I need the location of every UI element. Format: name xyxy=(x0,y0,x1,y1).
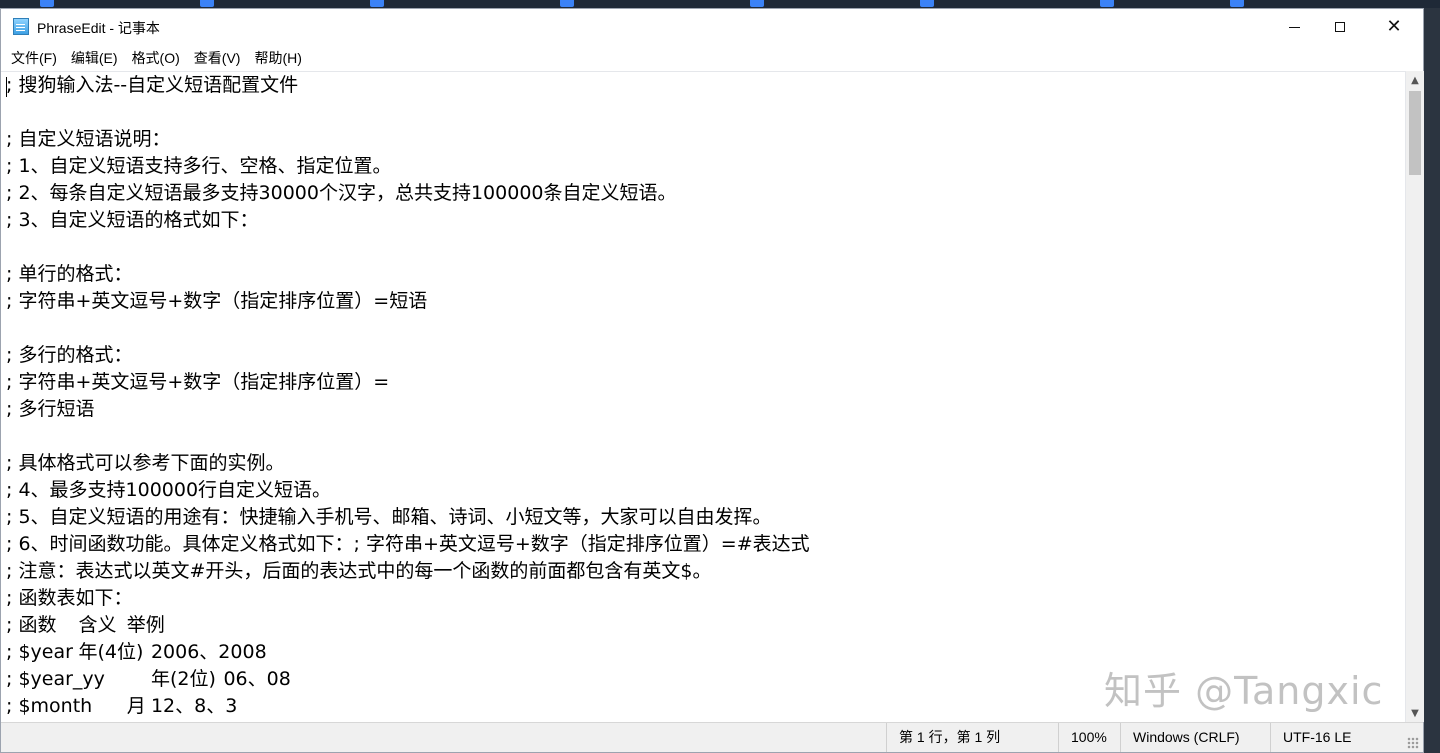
scroll-down-icon[interactable]: ▼ xyxy=(1406,704,1424,722)
editor-line: ; 3、自定义短语的格式如下： xyxy=(6,209,259,231)
minimize-icon xyxy=(1288,26,1300,28)
cursor-position: 第 1 行，第 1 列 xyxy=(886,723,1058,752)
text-editor-area[interactable]: ; 搜狗输入法--自定义短语配置文件 ; 自定义短语说明： ; 1、自定义短语支持多… xyxy=(1,71,1407,723)
vertical-scrollbar[interactable]: ▲ ▼ xyxy=(1405,71,1424,722)
editor-line: ; 搜狗输入法--自定义短语配置文件 xyxy=(6,74,299,96)
menu-edit[interactable]: 编辑(E) xyxy=(64,48,125,68)
bookmark-fragment xyxy=(560,0,580,7)
editor-line: ; 多行的格式： xyxy=(6,344,133,366)
editor-line: ; 字符串+英文逗号+数字（指定排序位置）=短语 xyxy=(6,290,428,312)
editor-line: ; 自定义短语说明： xyxy=(6,128,171,150)
editor-line: ; 函数表如下： xyxy=(6,587,133,609)
menu-format[interactable]: 格式(O) xyxy=(125,48,187,68)
bookmark-fragment xyxy=(370,0,390,7)
status-bar: 第 1 行，第 1 列 100% Windows (CRLF) UTF-16 L… xyxy=(1,722,1423,752)
window-title: PhraseEdit - 记事本 xyxy=(37,20,160,36)
close-button[interactable]: ✕ xyxy=(1371,9,1417,45)
menu-help[interactable]: 帮助(H) xyxy=(247,48,308,68)
minimize-button[interactable] xyxy=(1271,9,1317,45)
bookmark-fragment xyxy=(750,0,770,7)
editor-line: ; $month 月 12、8、3 xyxy=(6,695,238,717)
menu-file[interactable]: 文件(F) xyxy=(4,48,64,68)
editor-line: ; 注意：表达式以英文#开头，后面的表达式中的每一个函数的前面都包含有英文$。 xyxy=(6,560,712,582)
title-bar[interactable]: PhraseEdit - 记事本 ✕ xyxy=(1,9,1423,45)
scrollbar-thumb[interactable] xyxy=(1409,91,1421,175)
editor-line: ; 字符串+英文逗号+数字（指定排序位置）= xyxy=(6,371,390,393)
editor-line: ; 2、每条自定义短语最多支持30000个汉字，总共支持100000条自定义短语… xyxy=(6,182,677,204)
close-icon: ✕ xyxy=(1386,16,1402,37)
editor-lines: ; 搜狗输入法--自定义短语配置文件 ; 自定义短语说明： ; 1、自定义短语支持多… xyxy=(6,72,810,720)
editor-line: ; 单行的格式： xyxy=(6,263,133,285)
bookmark-fragment xyxy=(1230,0,1250,7)
line-ending: Windows (CRLF) xyxy=(1120,723,1270,752)
menu-view[interactable]: 查看(V) xyxy=(187,48,248,68)
editor-line: ; 多行短语 xyxy=(6,398,95,420)
zoom-level: 100% xyxy=(1058,723,1120,752)
maximize-icon xyxy=(1335,22,1345,32)
maximize-button[interactable] xyxy=(1317,9,1363,45)
bookmark-fragment xyxy=(1100,0,1120,7)
encoding: UTF-16 LE xyxy=(1270,723,1400,752)
bookmark-fragment xyxy=(920,0,940,7)
notepad-window: PhraseEdit - 记事本 ✕ 文件(F) 编辑(E) 格式(O) 查看(… xyxy=(0,8,1424,753)
background-browser-bookmarks xyxy=(0,0,1440,8)
resize-grip-icon[interactable] xyxy=(1407,737,1419,749)
bookmark-fragment xyxy=(40,0,60,7)
editor-line: ; 函数 含义 举例 xyxy=(6,614,165,636)
menu-bar: 文件(F) 编辑(E) 格式(O) 查看(V) 帮助(H) xyxy=(1,45,1423,71)
editor-line: ; 具体格式可以参考下面的实例。 xyxy=(6,452,285,474)
editor-line: ; 1、自定义短语支持多行、空格、指定位置。 xyxy=(6,155,392,177)
scroll-up-icon[interactable]: ▲ xyxy=(1406,71,1424,89)
editor-line: ; 4、最多支持100000行自定义短语。 xyxy=(6,479,332,501)
editor-line: ; $year 年(4位) 2006、2008 xyxy=(6,641,267,663)
editor-line: ; 6、时间函数功能。具体定义格式如下：; 字符串+英文逗号+数字（指定排序位置… xyxy=(6,533,810,555)
watermark: 知乎 @Tangxic xyxy=(1104,669,1384,713)
bookmark-fragment xyxy=(200,0,220,7)
notepad-icon[interactable] xyxy=(13,18,29,35)
editor-line: ; $year_yy 年(2位) 06、08 xyxy=(6,668,291,690)
editor-line: ; 5、自定义短语的用途有：快捷输入手机号、邮箱、诗词、小短文等，大家可以自由发… xyxy=(6,506,772,528)
